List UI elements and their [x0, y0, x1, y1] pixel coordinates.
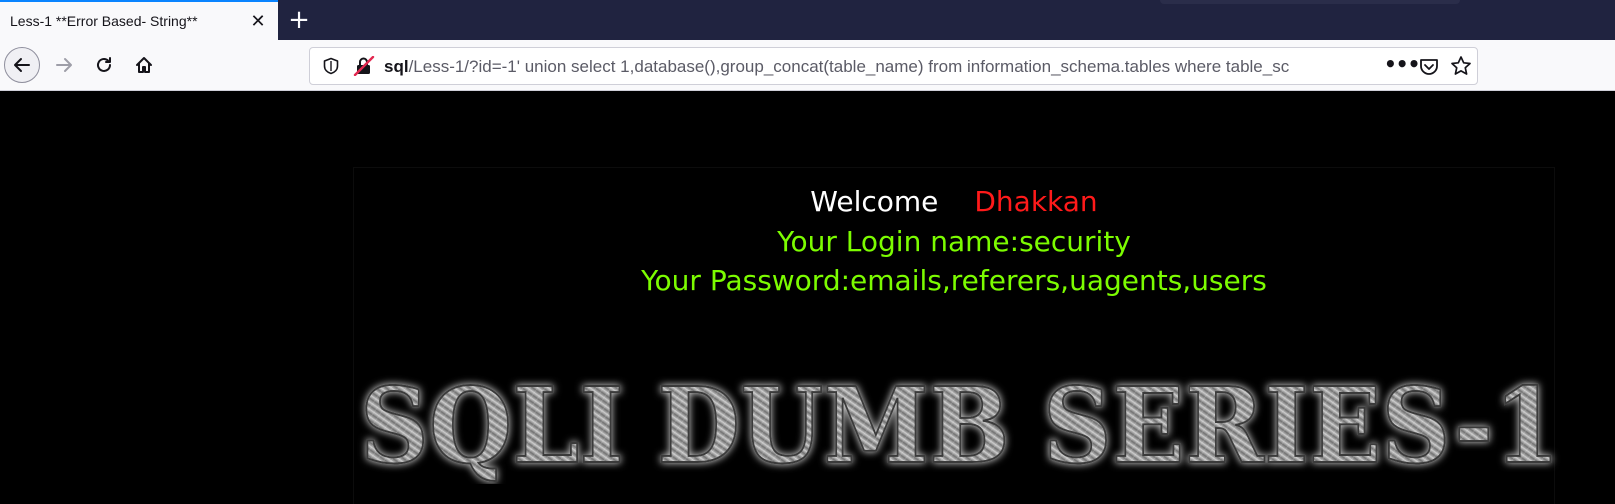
reload-button[interactable] — [86, 47, 122, 83]
forward-button[interactable] — [46, 47, 82, 83]
new-tab-button[interactable]: + — [284, 5, 314, 35]
navigation-toolbar: sql/Less-1/?id=-1' union select 1,databa… — [0, 40, 1615, 91]
url-text[interactable]: sql/Less-1/?id=-1' union select 1,databa… — [384, 56, 1384, 78]
url-host: sql — [384, 57, 409, 76]
url-bar[interactable]: sql/Less-1/?id=-1' union select 1,databa… — [309, 47, 1478, 85]
page-actions-menu-icon[interactable]: ••• — [1384, 54, 1420, 77]
tab-active[interactable]: Less-1 **Error Based- String** ✕ — [0, 0, 278, 40]
sqli-dumb-series-banner: SQLI DUMB SERIES-1 — [359, 366, 1561, 484]
home-button[interactable] — [126, 47, 162, 83]
user-name: Dhakkan — [974, 185, 1098, 218]
tab-strip-decoration — [1160, 0, 1460, 4]
page-viewport: Welcome Dhakkan Your Login name:security … — [0, 92, 1615, 504]
tab-title: Less-1 **Error Based- String** — [10, 13, 198, 29]
welcome-line: Welcome Dhakkan — [353, 182, 1555, 222]
password-text: Your Password:emails,referers,uagents,us… — [641, 264, 1267, 297]
home-icon — [136, 57, 152, 73]
tab-strip: Less-1 **Error Based- String** ✕ + — [0, 0, 1615, 40]
tracking-shield-icon[interactable] — [322, 57, 340, 75]
reload-icon — [97, 57, 111, 72]
banner-text: SQLI DUMB SERIES-1 — [360, 366, 1560, 484]
insecure-connection-icon[interactable] — [353, 56, 375, 76]
welcome-text: Welcome — [810, 185, 939, 218]
login-name-text: Your Login name:security — [777, 225, 1131, 258]
star-icon[interactable] — [1450, 55, 1472, 77]
back-arrow-icon — [14, 58, 30, 72]
back-button[interactable] — [4, 47, 40, 83]
forward-arrow-icon — [56, 58, 72, 72]
close-icon[interactable]: ✕ — [248, 11, 268, 32]
pocket-icon[interactable] — [1418, 56, 1440, 78]
url-path: /Less-1/?id=-1' union select 1,database(… — [408, 57, 1290, 76]
